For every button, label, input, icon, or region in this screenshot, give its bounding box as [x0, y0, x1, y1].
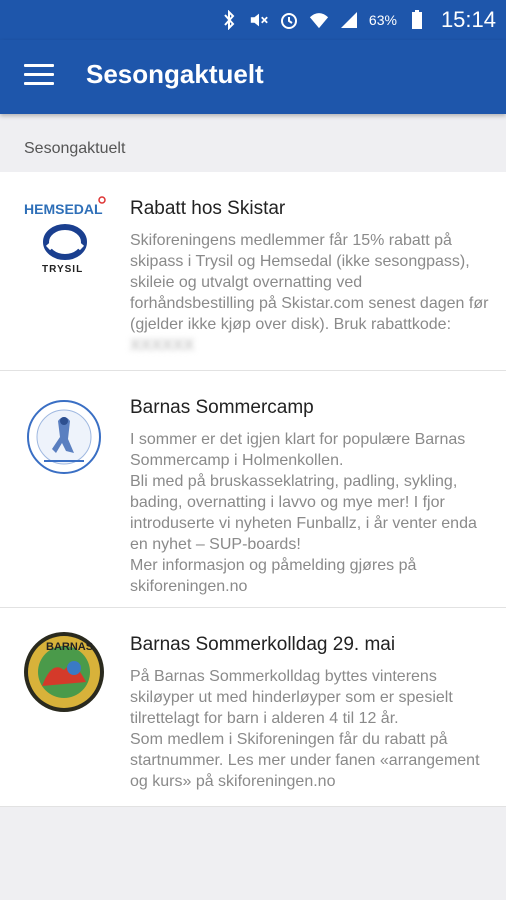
wifi-icon — [309, 10, 329, 30]
skistar-logo: HEMSEDAL TRYSIL — [22, 196, 106, 280]
signal-icon — [339, 10, 359, 30]
alarm-icon — [279, 10, 299, 30]
section-header: Sesongaktuelt — [24, 140, 126, 157]
clock: 15:14 — [440, 7, 496, 32]
sommerkolldag-logo: BARNAS — [22, 630, 106, 714]
item-body: På Barnas Sommerkolldag byttes vinterens… — [130, 668, 480, 790]
battery-icon — [407, 10, 427, 30]
menu-icon[interactable] — [24, 64, 54, 90]
svg-text:TRYSIL: TRYSIL — [42, 264, 83, 275]
sommercamp-logo — [22, 395, 106, 479]
news-list: HEMSEDAL TRYSIL Rabatt hos Skistar Skifo… — [0, 172, 506, 807]
bluetooth-icon — [219, 10, 239, 30]
item-body: I sommer er det igjen klart for populære… — [130, 431, 477, 595]
item-body-text: Skiforeningens medlemmer får 15% rabatt … — [130, 232, 489, 333]
item-body: Skiforeningens medlemmer får 15% rabatt … — [130, 230, 490, 356]
svg-text:BARNAS: BARNAS — [46, 641, 93, 653]
page-title: Sesongaktuelt — [86, 59, 264, 89]
item-title: Barnas Sommerkolldag 29. mai — [130, 634, 396, 655]
svg-text:HEMSEDAL: HEMSEDAL — [24, 201, 103, 217]
battery-percent: 63% — [368, 12, 397, 28]
app-bar: Sesongaktuelt — [0, 40, 506, 114]
redacted-code: XXXXXX — [130, 337, 195, 354]
list-item[interactable]: Barnas Sommercamp I sommer er det igjen … — [0, 371, 506, 608]
mute-icon — [249, 10, 269, 30]
item-title: Rabatt hos Skistar — [130, 198, 286, 219]
status-bar: 63% 15:14 — [0, 0, 506, 40]
list-item[interactable]: BARNAS Barnas Sommerkolldag 29. mai På B… — [0, 608, 506, 807]
item-title: Barnas Sommercamp — [130, 397, 314, 418]
list-item[interactable]: HEMSEDAL TRYSIL Rabatt hos Skistar Skifo… — [0, 172, 506, 371]
